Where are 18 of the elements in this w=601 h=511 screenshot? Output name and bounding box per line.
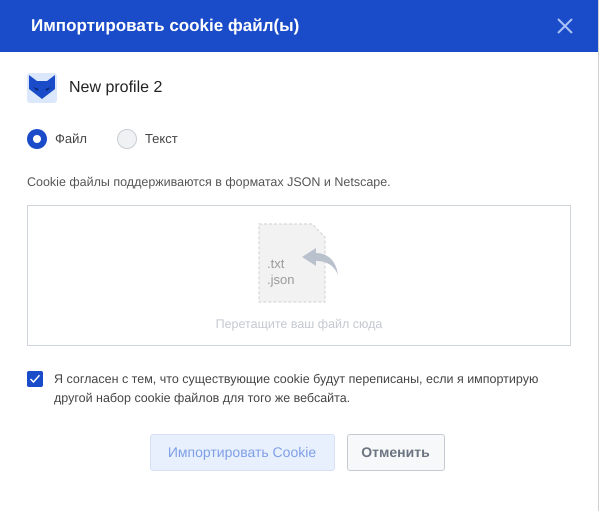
radio-button[interactable]: [27, 129, 47, 149]
agreement-text: Я согласен с тем, что существующие cookie будут переписаны, если я импортирую другой набор cookie файлов для того же вебсайта.: [54, 370, 540, 407]
drop-zone[interactable]: .txt .json Перетащите ваш файл сюда: [27, 204, 571, 346]
close-icon[interactable]: [557, 18, 573, 34]
file-extension: .json: [267, 272, 294, 288]
drop-instruction: Перетащите ваш файл сюда: [216, 316, 382, 333]
cancel-button[interactable]: Отменить: [346, 434, 444, 471]
file-icon: [258, 223, 326, 302]
fox-avatar-icon: [27, 73, 57, 103]
dialog-title: Импортировать cookie файл(ы): [31, 15, 300, 38]
format-hint: Cookie файлы поддерживаются в форматах JSON и Netscape.: [26, 174, 392, 191]
radio-label: Файл: [55, 130, 87, 148]
agreement-checkbox[interactable]: [27, 370, 43, 387]
file-extension: .txt: [267, 256, 286, 272]
radio-label: Текст: [144, 130, 178, 148]
arrow-icon: [302, 248, 338, 275]
radio-button[interactable]: [116, 129, 137, 149]
profile-name: New profile 2: [69, 78, 162, 98]
